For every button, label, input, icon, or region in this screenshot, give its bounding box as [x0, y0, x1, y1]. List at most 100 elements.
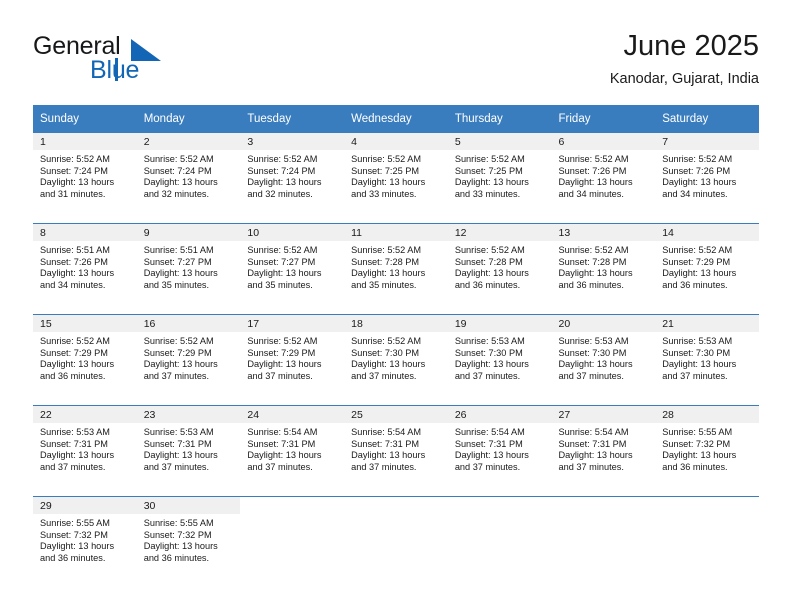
- calendar-day-cell[interactable]: 9 Sunrise: 5:51 AM Sunset: 7:27 PM Dayli…: [136, 223, 241, 315]
- daylight-text-line1: Daylight: 13 hours: [454, 177, 529, 188]
- day-cell-inner: 30 Sunrise: 5:55 AM Sunset: 7:32 PM Dayl…: [136, 497, 241, 587]
- sunrise-text: Sunrise: 5:53 AM: [40, 427, 110, 437]
- daylight-text-line2: and 36 minutes.: [662, 461, 728, 472]
- sunrise-text: Sunrise: 5:52 AM: [143, 336, 214, 346]
- calendar-day-cell[interactable]: 15 Sunrise: 5:52 AM Sunset: 7:29 PM Dayl…: [33, 314, 137, 406]
- calendar-day-cell[interactable]: 19 Sunrise: 5:53 AM Sunset: 7:30 PM Dayl…: [447, 314, 552, 406]
- day-number: 7: [655, 133, 759, 150]
- day-cell-inner: 8 Sunrise: 5:51 AM Sunset: 7:26 PM Dayli…: [33, 224, 137, 314]
- sunrise-text: Sunrise: 5:55 AM: [662, 427, 733, 437]
- sunset-text: Sunset: 7:24 PM: [143, 165, 212, 176]
- daylight-text-line1: Daylight: 13 hours: [662, 268, 737, 279]
- sunset-text: Sunset: 7:24 PM: [247, 165, 316, 176]
- daylight-text-line1: Daylight: 13 hours: [351, 268, 426, 279]
- daylight-text-line2: and 34 minutes.: [558, 188, 624, 199]
- day-details: Sunrise: 5:53 AM Sunset: 7:30 PM Dayligh…: [552, 332, 656, 382]
- day-number: 6: [551, 133, 656, 150]
- day-cell-inner: 2 Sunrise: 5:52 AM Sunset: 7:24 PM Dayli…: [136, 133, 241, 223]
- daylight-text-line2: and 36 minutes.: [40, 370, 106, 381]
- day-number: 15: [33, 315, 137, 332]
- title-block: June 2025 Kanodar, Gujarat, India: [610, 28, 759, 90]
- day-cell-inner: 22 Sunrise: 5:53 AM Sunset: 7:31 PM Dayl…: [33, 406, 137, 496]
- daylight-text-line1: Daylight: 13 hours: [40, 268, 115, 279]
- day-cell-inner: 24 Sunrise: 5:54 AM Sunset: 7:31 PM Dayl…: [240, 406, 345, 496]
- calendar-day-cell[interactable]: 27 Sunrise: 5:54 AM Sunset: 7:31 PM Dayl…: [551, 405, 656, 497]
- calendar-day-cell[interactable]: 1 Sunrise: 5:52 AM Sunset: 7:24 PM Dayli…: [33, 133, 137, 224]
- day-details: Sunrise: 5:54 AM Sunset: 7:31 PM Dayligh…: [240, 423, 344, 473]
- sunset-text: Sunset: 7:28 PM: [351, 256, 420, 267]
- day-details: Sunrise: 5:54 AM Sunset: 7:31 PM Dayligh…: [344, 423, 448, 473]
- calendar-day-cell[interactable]: 14 Sunrise: 5:52 AM Sunset: 7:29 PM Dayl…: [655, 223, 759, 315]
- daylight-text-line2: and 32 minutes.: [247, 188, 313, 199]
- sunset-text: Sunset: 7:25 PM: [351, 165, 420, 176]
- sunrise-text: Sunrise: 5:54 AM: [558, 427, 629, 437]
- calendar-day-cell[interactable]: 21 Sunrise: 5:53 AM Sunset: 7:30 PM Dayl…: [655, 314, 759, 406]
- calendar-day-cell[interactable]: 13 Sunrise: 5:52 AM Sunset: 7:28 PM Dayl…: [551, 223, 656, 315]
- sunset-text: Sunset: 7:31 PM: [247, 438, 316, 449]
- calendar-day-cell[interactable]: 29 Sunrise: 5:55 AM Sunset: 7:32 PM Dayl…: [33, 496, 137, 587]
- calendar-day-cell[interactable]: 25 Sunrise: 5:54 AM Sunset: 7:31 PM Dayl…: [344, 405, 448, 497]
- logo-text-blue: Blue: [90, 56, 140, 84]
- calendar-body: 1 Sunrise: 5:52 AM Sunset: 7:24 PM Dayli…: [33, 133, 759, 587]
- calendar-day-cell[interactable]: 12 Sunrise: 5:52 AM Sunset: 7:28 PM Dayl…: [447, 223, 552, 315]
- day-details: Sunrise: 5:52 AM Sunset: 7:28 PM Dayligh…: [552, 241, 656, 291]
- day-number: [448, 497, 552, 514]
- day-cell-inner: [240, 497, 344, 587]
- sunset-text: Sunset: 7:31 PM: [351, 438, 420, 449]
- day-cell-inner: [655, 497, 759, 587]
- day-cell-inner: 7 Sunrise: 5:52 AM Sunset: 7:26 PM Dayli…: [655, 133, 759, 223]
- calendar-day-cell[interactable]: 7 Sunrise: 5:52 AM Sunset: 7:26 PM Dayli…: [655, 133, 759, 224]
- calendar-day-cell[interactable]: 11 Sunrise: 5:52 AM Sunset: 7:28 PM Dayl…: [344, 223, 448, 315]
- sunrise-text: Sunrise: 5:51 AM: [40, 245, 110, 255]
- sunrise-text: Sunrise: 5:53 AM: [558, 336, 629, 346]
- calendar-day-cell[interactable]: 3 Sunrise: 5:52 AM Sunset: 7:24 PM Dayli…: [240, 133, 345, 224]
- sunset-text: Sunset: 7:25 PM: [454, 165, 523, 176]
- sunrise-text: Sunrise: 5:53 AM: [143, 427, 214, 437]
- day-cell-inner: 13 Sunrise: 5:52 AM Sunset: 7:28 PM Dayl…: [551, 224, 656, 314]
- calendar-day-cell[interactable]: 17 Sunrise: 5:52 AM Sunset: 7:29 PM Dayl…: [240, 314, 345, 406]
- sunrise-text: Sunrise: 5:52 AM: [247, 154, 318, 164]
- calendar-day-cell[interactable]: 22 Sunrise: 5:53 AM Sunset: 7:31 PM Dayl…: [33, 405, 137, 497]
- daylight-text-line2: and 36 minutes.: [454, 279, 521, 290]
- daylight-text-line2: and 35 minutes.: [247, 279, 313, 290]
- day-cell-inner: 23 Sunrise: 5:53 AM Sunset: 7:31 PM Dayl…: [136, 406, 241, 496]
- daylight-text-line2: and 35 minutes.: [351, 279, 417, 290]
- calendar-day-cell[interactable]: 26 Sunrise: 5:54 AM Sunset: 7:31 PM Dayl…: [447, 405, 552, 497]
- calendar-day-cell[interactable]: 30 Sunrise: 5:55 AM Sunset: 7:32 PM Dayl…: [136, 496, 241, 587]
- daylight-text-line2: and 36 minutes.: [40, 552, 106, 563]
- day-details: Sunrise: 5:55 AM Sunset: 7:32 PM Dayligh…: [33, 514, 137, 564]
- sunset-text: Sunset: 7:27 PM: [247, 256, 316, 267]
- day-cell-inner: 16 Sunrise: 5:52 AM Sunset: 7:29 PM Dayl…: [136, 315, 241, 405]
- calendar-day-cell[interactable]: 5 Sunrise: 5:52 AM Sunset: 7:25 PM Dayli…: [447, 133, 552, 224]
- calendar-day-cell[interactable]: 6 Sunrise: 5:52 AM Sunset: 7:26 PM Dayli…: [551, 133, 656, 224]
- sunrise-text: Sunrise: 5:52 AM: [40, 154, 110, 164]
- calendar-week-row: 22 Sunrise: 5:53 AM Sunset: 7:31 PM Dayl…: [33, 405, 759, 497]
- day-details: Sunrise: 5:52 AM Sunset: 7:28 PM Dayligh…: [344, 241, 448, 291]
- day-cell-inner: 17 Sunrise: 5:52 AM Sunset: 7:29 PM Dayl…: [240, 315, 345, 405]
- daylight-text-line1: Daylight: 13 hours: [558, 177, 633, 188]
- calendar-day-cell[interactable]: 10 Sunrise: 5:52 AM Sunset: 7:27 PM Dayl…: [240, 223, 345, 315]
- sunrise-text: Sunrise: 5:55 AM: [143, 518, 214, 528]
- daylight-text-line1: Daylight: 13 hours: [143, 268, 218, 279]
- day-cell-inner: 12 Sunrise: 5:52 AM Sunset: 7:28 PM Dayl…: [447, 224, 552, 314]
- calendar-day-cell[interactable]: 16 Sunrise: 5:52 AM Sunset: 7:29 PM Dayl…: [136, 314, 241, 406]
- calendar-day-cell[interactable]: 24 Sunrise: 5:54 AM Sunset: 7:31 PM Dayl…: [240, 405, 345, 497]
- calendar-day-cell-empty: [240, 496, 345, 587]
- day-cell-inner: 10 Sunrise: 5:52 AM Sunset: 7:27 PM Dayl…: [240, 224, 345, 314]
- calendar-day-cell[interactable]: 4 Sunrise: 5:52 AM Sunset: 7:25 PM Dayli…: [344, 133, 448, 224]
- general-blue-logo[interactable]: General Blue: [33, 32, 253, 92]
- day-number: 20: [551, 315, 656, 332]
- daylight-text-line2: and 33 minutes.: [351, 188, 417, 199]
- calendar-day-cell[interactable]: 2 Sunrise: 5:52 AM Sunset: 7:24 PM Dayli…: [136, 133, 241, 224]
- daylight-text-line2: and 34 minutes.: [40, 279, 106, 290]
- weekday-header-saturday: Saturday: [655, 105, 759, 133]
- calendar-day-cell[interactable]: 23 Sunrise: 5:53 AM Sunset: 7:31 PM Dayl…: [136, 405, 241, 497]
- calendar-week-row: 8 Sunrise: 5:51 AM Sunset: 7:26 PM Dayli…: [33, 223, 759, 315]
- calendar-day-cell[interactable]: 28 Sunrise: 5:55 AM Sunset: 7:32 PM Dayl…: [655, 405, 759, 497]
- calendar-day-cell[interactable]: 20 Sunrise: 5:53 AM Sunset: 7:30 PM Dayl…: [551, 314, 656, 406]
- sunset-text: Sunset: 7:32 PM: [662, 438, 731, 449]
- daylight-text-line1: Daylight: 13 hours: [40, 450, 115, 461]
- calendar-day-cell[interactable]: 18 Sunrise: 5:52 AM Sunset: 7:30 PM Dayl…: [344, 314, 448, 406]
- calendar-day-cell[interactable]: 8 Sunrise: 5:51 AM Sunset: 7:26 PM Dayli…: [33, 223, 137, 315]
- daylight-text-line2: and 36 minutes.: [558, 279, 624, 290]
